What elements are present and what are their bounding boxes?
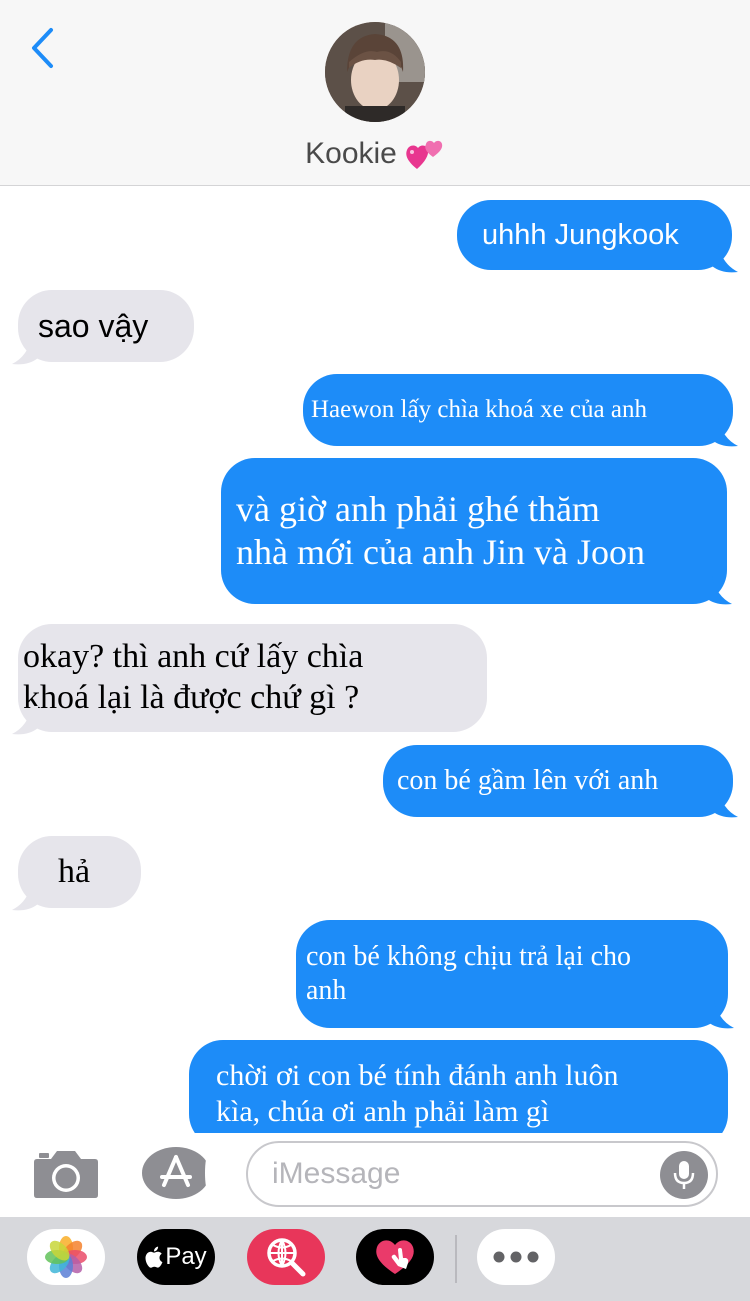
dictation-button[interactable] xyxy=(660,1151,708,1199)
bubble-tail xyxy=(712,244,738,273)
digital-touch-app-button[interactable] xyxy=(356,1229,434,1285)
message-input[interactable] xyxy=(272,1157,652,1191)
more-icon xyxy=(493,1251,539,1263)
digital-touch-icon xyxy=(376,1240,414,1274)
camera-button[interactable] xyxy=(33,1147,99,1199)
web-search-app-button[interactable] xyxy=(247,1229,325,1285)
bubble-tail xyxy=(12,882,38,911)
compose-bar xyxy=(0,1133,750,1217)
app-drawer: Pay xyxy=(0,1217,750,1301)
outgoing-message[interactable]: chời ơi con bé tính đánh anh luôn kìa, c… xyxy=(189,1040,728,1148)
back-button[interactable] xyxy=(22,24,62,72)
bubble-tail xyxy=(12,336,38,365)
drawer-divider xyxy=(455,1235,457,1283)
photos-app-button[interactable] xyxy=(27,1229,105,1285)
contact-name: Kookie xyxy=(305,137,397,170)
outgoing-message[interactable]: uhhh Jungkook xyxy=(457,200,732,270)
photos-icon xyxy=(45,1236,87,1278)
incoming-message[interactable]: okay? thì anh cứ lấy chìa khoá lại là đư… xyxy=(18,624,487,732)
apple-pay-icon: Pay xyxy=(145,1243,207,1271)
incoming-message[interactable]: sao vậy xyxy=(18,290,194,362)
outgoing-message[interactable]: Haewon lấy chìa khoá xe của anh xyxy=(303,374,733,446)
app-store-button[interactable] xyxy=(140,1145,212,1201)
apple-pay-button[interactable]: Pay xyxy=(137,1229,215,1285)
bubble-tail xyxy=(708,1000,734,1029)
contact-title[interactable]: Kookie xyxy=(0,134,750,174)
chevron-left-icon xyxy=(32,28,53,68)
camera-icon xyxy=(34,1151,98,1198)
outgoing-message[interactable]: và giờ anh phải ghé thăm nhà mới của anh… xyxy=(221,458,727,604)
outgoing-message[interactable]: con bé gầm lên với anh xyxy=(383,745,733,817)
contact-avatar[interactable] xyxy=(325,22,425,122)
conversation-header: Kookie xyxy=(0,0,750,186)
web-search-icon xyxy=(267,1238,306,1277)
outgoing-message[interactable]: con bé không chịu trả lại cho anh xyxy=(296,920,728,1028)
bubble-tail xyxy=(706,576,732,605)
bubble-tail xyxy=(12,706,38,735)
two-hearts-icon xyxy=(405,135,445,173)
bubble-tail xyxy=(712,789,738,818)
message-input-field[interactable] xyxy=(246,1141,718,1207)
bubble-tail xyxy=(712,418,738,447)
app-store-icon xyxy=(142,1147,211,1199)
more-apps-button[interactable] xyxy=(477,1229,555,1285)
microphone-icon xyxy=(673,1161,695,1189)
